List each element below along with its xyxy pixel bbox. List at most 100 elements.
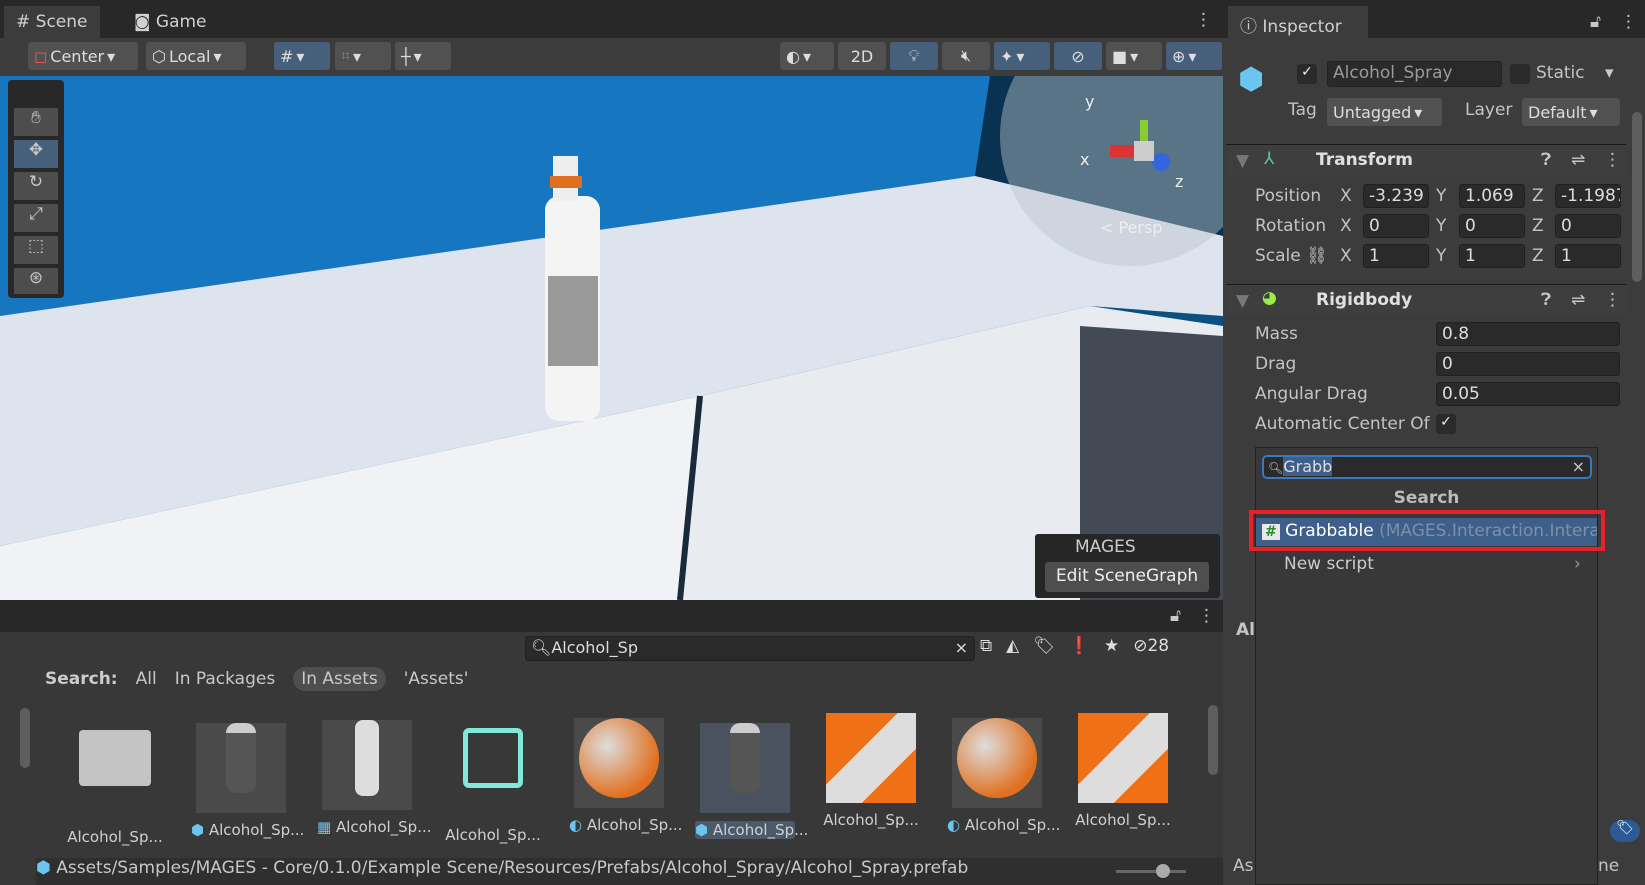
label-tag-icon[interactable]: 🏷︎ <box>1610 820 1640 842</box>
hand-tool-icon[interactable]: ✋︎ <box>14 108 58 136</box>
transform-rotation-z-field[interactable]: 0 <box>1555 214 1621 238</box>
scope-assets-folder[interactable]: 'Assets' <box>404 669 469 689</box>
transform-tool-icon[interactable]: ⊛ <box>14 268 58 294</box>
camera-dropdown[interactable]: ■ ▾ <box>1106 42 1162 70</box>
folder-scrollbar[interactable] <box>20 708 30 768</box>
angular-drag-field[interactable]: 0.05 <box>1436 382 1620 406</box>
hidden-count[interactable]: ⊘28 <box>1133 636 1169 656</box>
icon-size-slider[interactable] <box>1116 864 1186 878</box>
type-filter-icon[interactable]: ◭ <box>1006 636 1019 656</box>
tab-game[interactable]: ◙ Game <box>122 6 219 38</box>
space-dropdown[interactable]: ⬡ Local ▾ <box>146 42 246 70</box>
inspector-more-icon[interactable]: ⋮ <box>1620 12 1637 32</box>
grid-snap-button[interactable]: # ▾ <box>274 42 330 70</box>
favorite-icon[interactable]: ★ <box>1104 636 1119 656</box>
help-icon[interactable]: ❓︎ <box>1541 290 1551 310</box>
static-checkbox[interactable] <box>1510 64 1530 84</box>
toggle-2d-button[interactable]: 2D <box>838 42 886 70</box>
axis-label: Z <box>1532 216 1544 236</box>
axis-label: X <box>1340 216 1352 236</box>
pivot-dropdown[interactable]: ◻ Center ▾ <box>28 42 138 70</box>
move-tool-icon[interactable]: ✥ <box>14 140 58 168</box>
active-checkbox[interactable]: ✓ <box>1297 64 1317 84</box>
transform-rotation-x-field[interactable]: 0 <box>1363 214 1429 238</box>
component-menu-icon[interactable]: ⋮ <box>1604 290 1621 310</box>
search-window-icon[interactable]: ⧉ <box>980 636 992 656</box>
constrain-proportions-icon[interactable]: ⛓︎ <box>1306 246 1328 266</box>
asset-item[interactable]: Alcohol_Sp... <box>65 713 165 846</box>
partial-dropdown[interactable]: ne <box>1598 856 1619 876</box>
scale-tool-icon[interactable]: ⤢ <box>14 204 58 232</box>
asset-item[interactable]: Alcohol_Sp... <box>1073 713 1173 829</box>
axis-label: Y <box>1436 186 1447 206</box>
gizmo-x-label: x <box>1080 150 1090 169</box>
project-search-input[interactable]: 🔍︎Alcohol_Sp × <box>525 636 975 661</box>
transform-position-x-field[interactable]: -3.239 <box>1363 184 1429 208</box>
transform-rotation-y-field[interactable]: 0 <box>1459 214 1525 238</box>
increment-snap-button[interactable]: ┼ ▾ <box>395 42 451 70</box>
asset-item[interactable]: Alcohol_Sp... <box>821 713 921 829</box>
transform-scale-z-field[interactable]: 1 <box>1555 244 1621 268</box>
visibility-toggle[interactable]: ⊘ <box>1054 42 1102 70</box>
help-icon[interactable]: ❓︎ <box>1541 150 1551 170</box>
inspector-scrollbar[interactable] <box>1632 40 1642 282</box>
transform-position-z-field[interactable]: -1.1987 <box>1555 184 1621 208</box>
axis-label: X <box>1340 246 1352 266</box>
clear-search-icon[interactable]: × <box>955 638 968 657</box>
inspector-lock-icon[interactable]: 🔓︎ <box>1590 12 1601 32</box>
clear-search-icon[interactable]: × <box>1572 457 1585 476</box>
projection-label[interactable]: < Persp <box>1100 218 1162 237</box>
scope-all[interactable]: All <box>136 669 157 689</box>
mages-overlay: MAGES Edit SceneGraph <box>1035 534 1220 598</box>
rotate-tool-icon[interactable]: ↻ <box>14 172 58 200</box>
asset-item[interactable]: ⬢ Alcohol_Sp... <box>695 713 808 839</box>
lock-icon[interactable]: 🔓︎ <box>1170 606 1181 626</box>
asset-item[interactable]: ▦ Alcohol_Sp... <box>317 713 432 836</box>
scope-in-packages[interactable]: In Packages <box>175 669 276 689</box>
more-menu-icon[interactable]: ⋮ <box>1195 10 1212 30</box>
scene-viewport[interactable] <box>0 76 1223 600</box>
mass-field[interactable]: 0.8 <box>1436 322 1620 346</box>
label-filter-icon[interactable]: 🏷︎ <box>1033 636 1055 656</box>
transform-scale-y-field[interactable]: 1 <box>1459 244 1525 268</box>
new-script-item[interactable]: New script <box>1284 554 1374 574</box>
asset-item[interactable]: Alcohol_Sp... <box>443 713 543 844</box>
asset-item[interactable]: ⬢ Alcohol_Sp... <box>191 713 304 839</box>
asset-item[interactable]: ◐ Alcohol_Sp... <box>569 713 682 834</box>
rigidbody-header[interactable]: ▼ ◕ Rigidbody ❓︎ ⇌ ⋮ <box>1226 284 1626 316</box>
log-filter-icon[interactable]: ❗ <box>1069 636 1090 656</box>
orientation-gizmo[interactable] <box>1110 115 1170 171</box>
auto-center-checkbox[interactable]: ✓ <box>1436 414 1456 434</box>
presets-icon[interactable]: ⇌ <box>1571 150 1585 170</box>
gizmos-dropdown[interactable]: ⊕ ▾ <box>1166 42 1222 70</box>
asset-scrollbar[interactable] <box>1208 705 1218 775</box>
component-search-input[interactable]: 🔍︎Grabb × <box>1262 455 1592 479</box>
scope-in-assets[interactable]: In Assets <box>293 667 386 691</box>
foldout-arrow-icon[interactable]: ▼ <box>1236 151 1249 171</box>
audio-toggle[interactable]: 🔇︎ <box>942 42 990 70</box>
asset-item[interactable]: ◐ Alcohol_Sp... <box>947 713 1060 834</box>
tab-inspector[interactable]: ⓘ Inspector <box>1228 6 1368 38</box>
static-dropdown-icon[interactable]: ▾ <box>1605 63 1614 83</box>
edit-scenegraph-button[interactable]: Edit SceneGraph <box>1045 562 1209 592</box>
gameobject-cube-icon[interactable]: ⬢ <box>1238 62 1264 97</box>
component-menu-icon[interactable]: ⋮ <box>1604 150 1621 170</box>
transform-position-y-field[interactable]: 1.069 <box>1459 184 1525 208</box>
asset-label: Alcohol_Sp... <box>335 818 432 836</box>
object-name-input[interactable]: Alcohol_Spray <box>1327 61 1502 87</box>
lighting-toggle[interactable]: 💡︎ <box>890 42 938 70</box>
rect-tool-icon[interactable]: ⬚ <box>14 236 58 264</box>
foldout-arrow-icon[interactable]: ▼ <box>1236 291 1249 311</box>
layer-dropdown[interactable]: Default ▾ <box>1522 98 1620 126</box>
project-more-icon[interactable]: ⋮ <box>1198 606 1215 626</box>
tag-dropdown[interactable]: Untagged ▾ <box>1327 98 1442 126</box>
effects-dropdown[interactable]: ✦ ▾ <box>994 42 1050 70</box>
draw-mode-dropdown[interactable]: ◐ ▾ <box>780 42 834 70</box>
transform-scale-x-field[interactable]: 1 <box>1363 244 1429 268</box>
transform-header[interactable]: ▼ ⅄ Transform ❓︎ ⇌ ⋮ <box>1226 144 1626 176</box>
presets-icon[interactable]: ⇌ <box>1571 290 1585 310</box>
tab-scene[interactable]: # Scene <box>4 6 100 38</box>
asset-path: Assets/Samples/MAGES - Core/0.1.0/Exampl… <box>56 858 969 878</box>
drag-field[interactable]: 0 <box>1436 352 1620 376</box>
snap-button[interactable]: ⌗ ▾ <box>335 42 391 70</box>
